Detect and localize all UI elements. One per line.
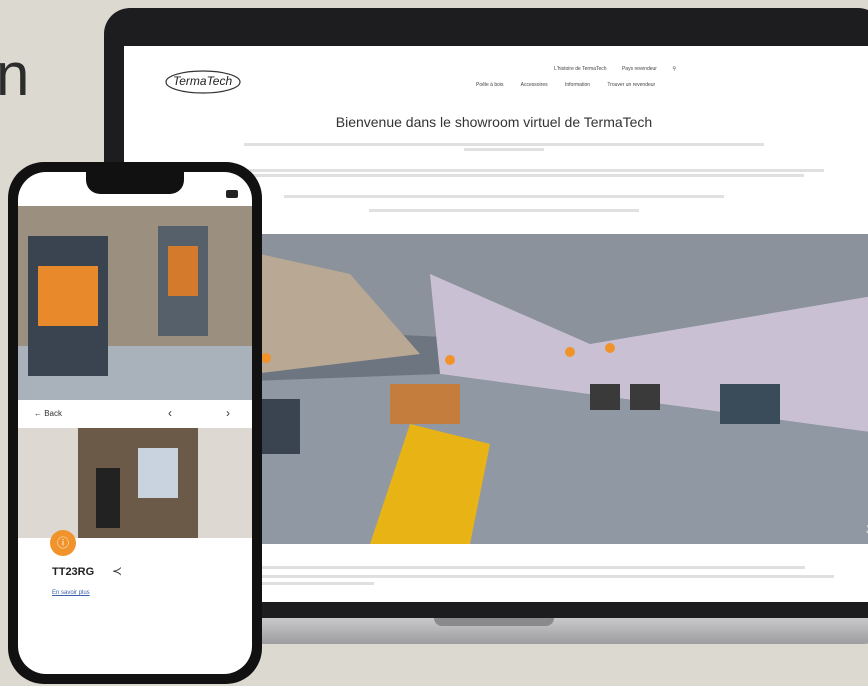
stove-photo-main[interactable] (18, 206, 252, 400)
next-button[interactable]: › (226, 406, 230, 420)
share-icon[interactable]: ≺ (112, 564, 122, 578)
virtual-showroom-panorama[interactable]: ⚲ ⬚ ◎ ⌀ ⛶ (170, 234, 868, 544)
phone-mockup: ← Back ‹ › ⓘ TT23RG ≺ En savoir plus (8, 162, 262, 684)
page-title: Bienvenue dans le showroom virtuel de Te… (335, 114, 653, 130)
phone-screen: ← Back ‹ › ⓘ TT23RG ≺ En savoir plus (18, 172, 252, 674)
intro-paragraph-blur (154, 142, 854, 154)
stove-photo-thumbnail[interactable] (18, 428, 252, 538)
background-letter: n (0, 41, 30, 108)
back-button[interactable]: ← Back (34, 409, 62, 418)
prev-button[interactable]: ‹ (168, 406, 172, 420)
search-icon[interactable]: ⚲ (672, 66, 676, 72)
nav-information[interactable]: Information (565, 82, 590, 88)
phone-nav-bar: ← Back ‹ › (18, 400, 252, 428)
top-nav: L'histoire de TermaTech Pays revendeur ⚲ (554, 66, 868, 72)
phone-notch (86, 172, 184, 194)
main-nav: Poêle à bois Accessoires Information Tro… (476, 82, 868, 88)
nav-accessories[interactable]: Accessoires (521, 82, 548, 88)
info-icon[interactable]: ⓘ (50, 530, 76, 556)
learn-more-link[interactable]: En savoir plus (52, 590, 90, 596)
nav-stoves[interactable]: Poêle à bois (476, 82, 504, 88)
battery-icon (226, 190, 238, 198)
intro-paragraph-blur-2 (154, 168, 854, 180)
nav-history[interactable]: L'histoire de TermaTech (554, 66, 607, 72)
termatech-logo[interactable]: TermaTech (164, 68, 242, 96)
nav-dealer[interactable]: Trouver un revendeur (607, 82, 655, 88)
laptop-notch (434, 618, 554, 626)
footnote (174, 564, 854, 589)
model-name: TT23RG (52, 566, 95, 578)
nav-country[interactable]: Pays revendeur (622, 66, 657, 72)
logo-text: TermaTech (173, 74, 233, 88)
